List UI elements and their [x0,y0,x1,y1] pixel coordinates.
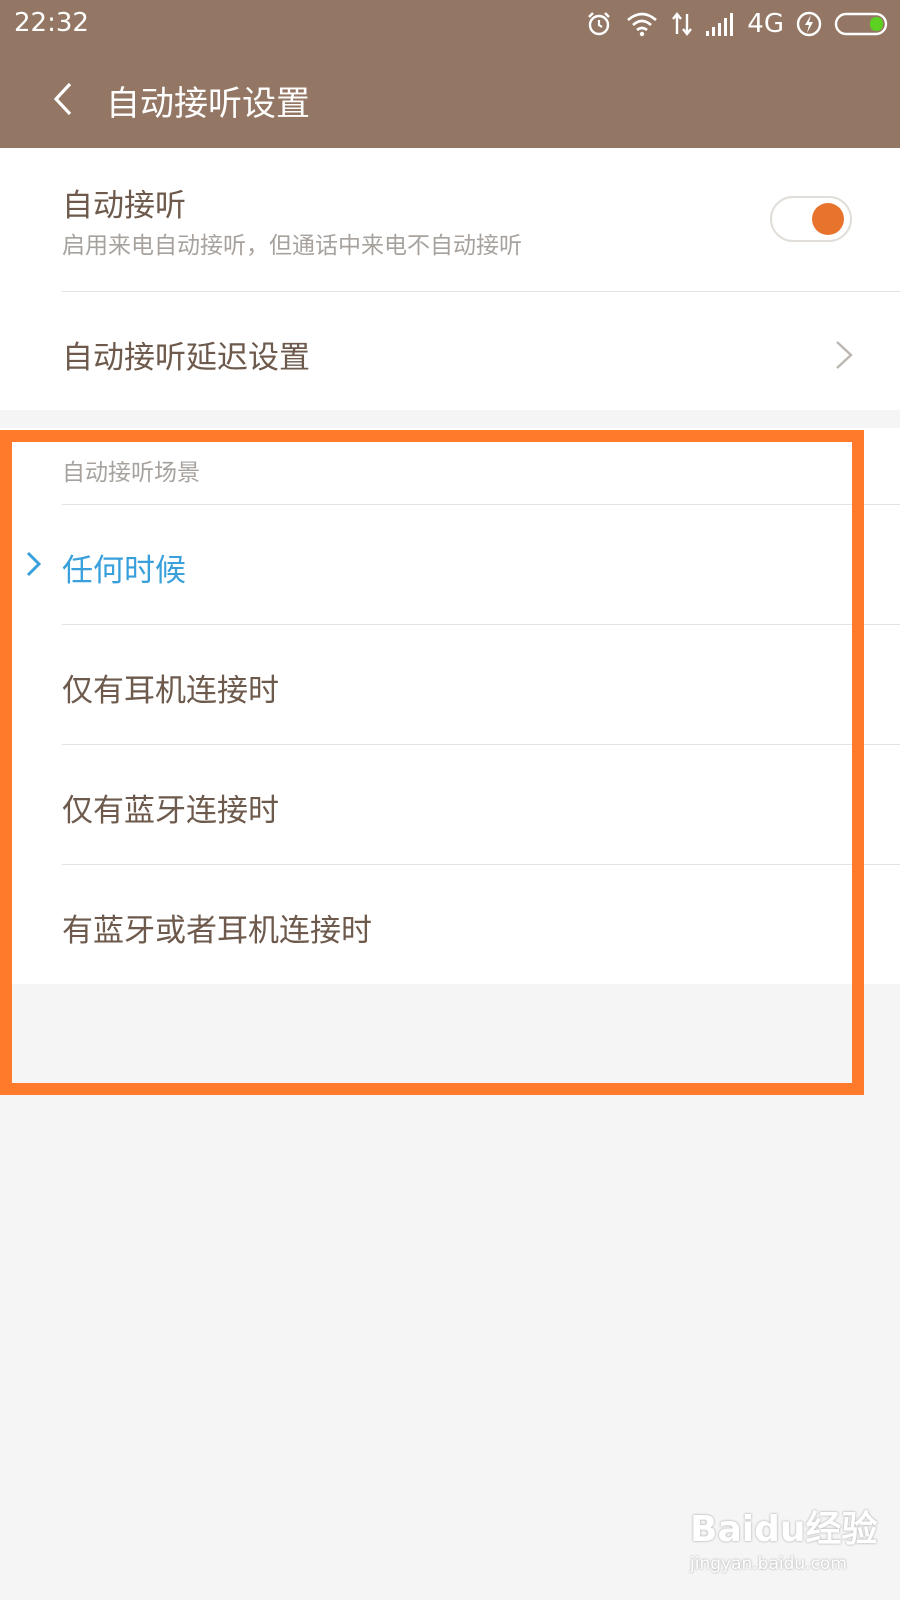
auto-answer-toggle[interactable] [770,196,852,242]
wifi-icon [627,12,658,37]
auto-answer-label: 自动接听 [62,188,186,224]
chevron-right-icon [836,341,853,369]
auto-answer-description: 启用来电自动接听，但通话中来电不自动接听 [62,233,522,259]
highlight-frame [0,430,864,1095]
chevron-left-icon[interactable] [40,74,90,124]
watermark-main: Baidu经验 [690,1509,878,1550]
network-type: 4G [747,9,784,39]
signal-icon [706,13,734,36]
alarm-icon [588,12,611,36]
divider [62,291,900,292]
toggle-knob [812,203,844,235]
charging-icon [796,11,822,37]
status-icons: 4G [585,8,890,40]
title-row: 自动接听设置 [0,60,900,140]
battery-icon [834,12,888,36]
watermark-sub: jingyan.baidu.com [690,1554,847,1574]
baidu-watermark: Baidu经验 jingyan.baidu.com [690,1500,890,1590]
data-transfer-icon [672,12,693,36]
status-time: 22:32 [14,8,89,38]
app-bar: 22:32 4G 自动接听设置 [0,0,900,148]
delay-setting-label: 自动接听延迟设置 [62,340,310,376]
status-bar: 22:32 4G [0,0,900,50]
page-title: 自动接听设置 [106,84,310,124]
